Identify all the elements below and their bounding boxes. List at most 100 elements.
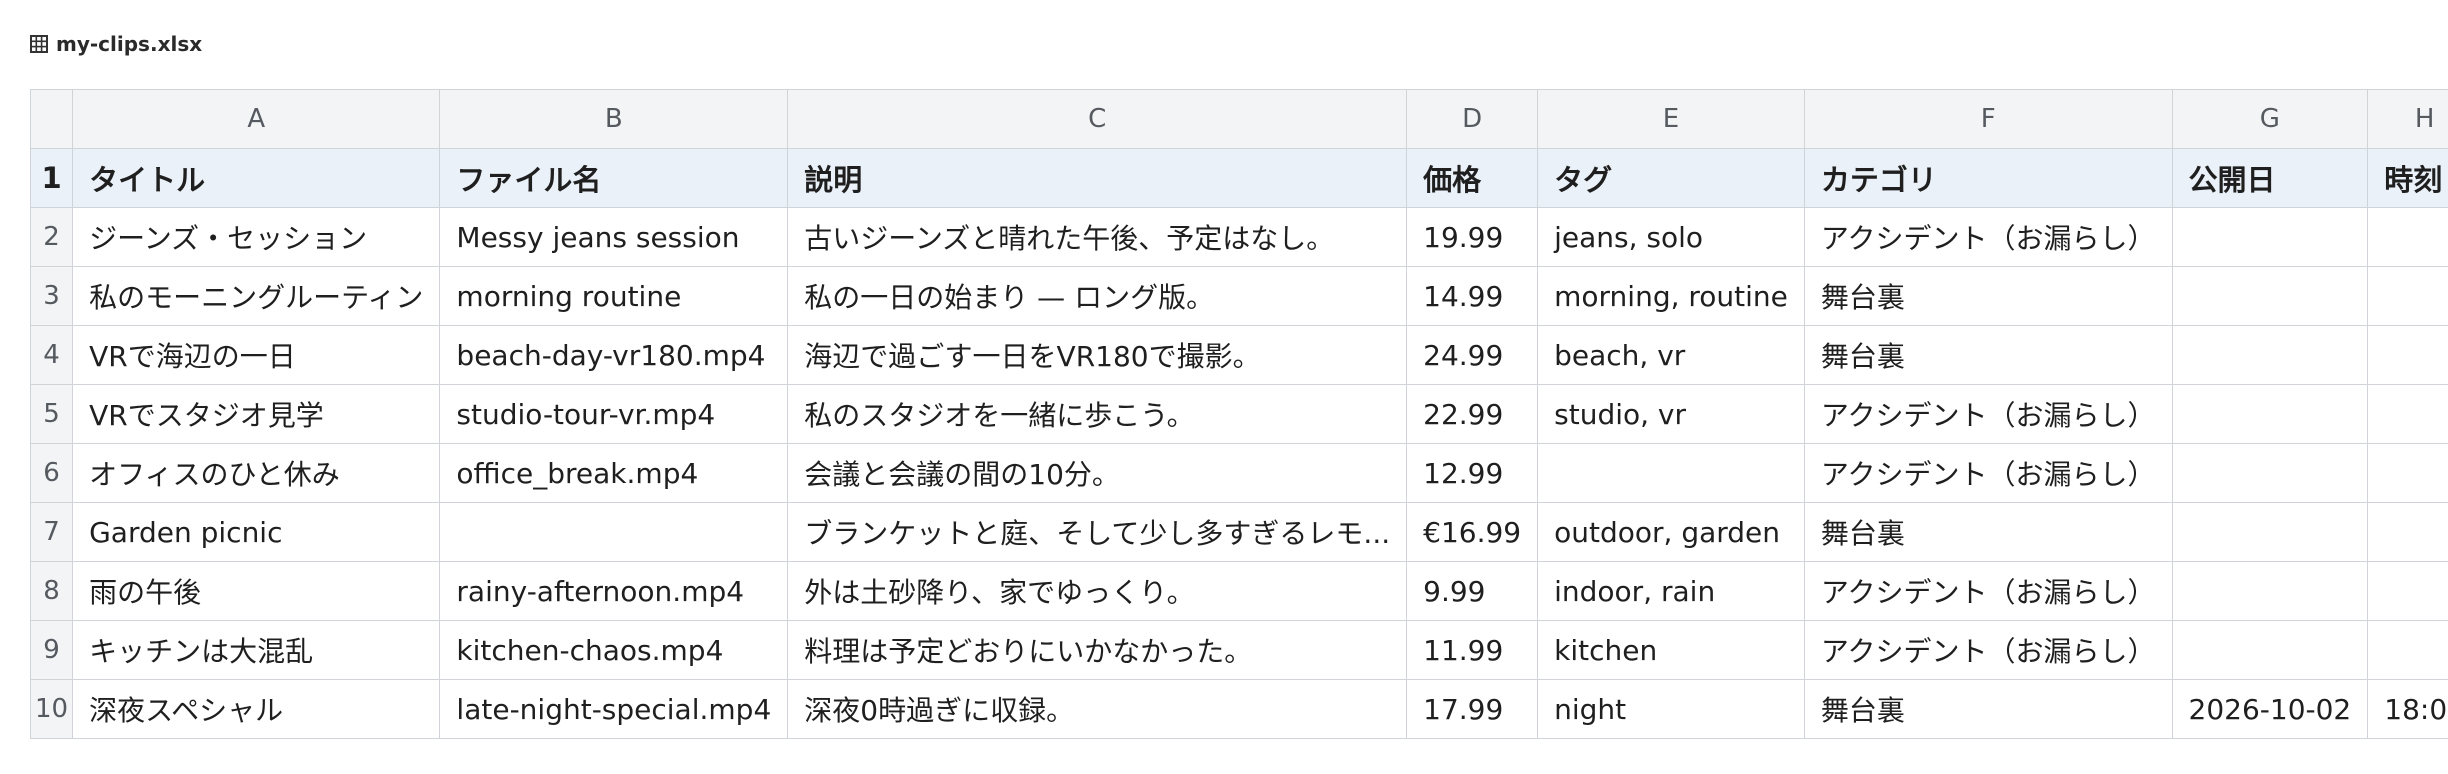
cell-title[interactable]: 私のモーニングルーティン [72, 266, 441, 326]
cell-time[interactable] [2367, 207, 2448, 267]
cell-title[interactable]: VRで海辺の一日 [72, 325, 441, 385]
cell-category[interactable]: アクシデント（お漏らし） [1803, 443, 2173, 503]
header-cell-publish-date[interactable]: 公開日 [2171, 148, 2369, 208]
cell-filename[interactable]: late-night-special.mp4 [439, 679, 789, 739]
cell-category[interactable]: 舞台裏 [1803, 266, 2173, 326]
cell-publish-date[interactable] [2171, 561, 2369, 621]
cell-publish-date[interactable] [2171, 325, 2369, 385]
cell-price[interactable]: €16.99 [1406, 502, 1539, 562]
cell-publish-date[interactable] [2171, 266, 2369, 326]
cell-filename[interactable]: Messy jeans session [439, 207, 789, 267]
column-header-b[interactable]: B [439, 89, 789, 149]
cell-publish-date[interactable] [2171, 384, 2369, 444]
row-number[interactable]: 5 [29, 384, 74, 444]
cell-tags[interactable]: morning, routine [1537, 266, 1805, 326]
row-number[interactable]: 1 [29, 148, 74, 208]
column-header-e[interactable]: E [1537, 89, 1805, 149]
cell-description[interactable]: 海辺で過ごす一日をVR180で撮影。 [787, 325, 1408, 385]
row-number[interactable]: 9 [29, 620, 74, 680]
header-cell-filename[interactable]: ファイル名 [439, 148, 789, 208]
cell-title[interactable]: キッチンは大混乱 [72, 620, 441, 680]
cell-time[interactable]: 18:00 [2367, 679, 2448, 739]
cell-time[interactable] [2367, 443, 2448, 503]
cell-description[interactable]: ブランケットと庭、そして少し多すぎるレモ... [787, 502, 1408, 562]
column-header-f[interactable]: F [1803, 89, 2173, 149]
row-number[interactable]: 3 [29, 266, 74, 326]
cell-price[interactable]: 19.99 [1406, 207, 1539, 267]
cell-tags[interactable]: indoor, rain [1537, 561, 1805, 621]
column-header-a[interactable]: A [72, 89, 441, 149]
cell-price[interactable]: 9.99 [1406, 561, 1539, 621]
cell-time[interactable] [2367, 620, 2448, 680]
spreadsheet-grid[interactable]: A B C D E F G H I 1 タイトル ファイル名 説明 価格 タグ … [29, 89, 2448, 739]
cell-category[interactable]: アクシデント（お漏らし） [1803, 620, 2173, 680]
cell-category[interactable]: 舞台裏 [1803, 679, 2173, 739]
cell-title[interactable]: 深夜スペシャル [72, 679, 441, 739]
cell-title[interactable]: 雨の午後 [72, 561, 441, 621]
cell-price[interactable]: 14.99 [1406, 266, 1539, 326]
cell-filename[interactable]: kitchen-chaos.mp4 [439, 620, 789, 680]
cell-tags[interactable]: kitchen [1537, 620, 1805, 680]
row-number[interactable]: 6 [29, 443, 74, 503]
cell-price[interactable]: 17.99 [1406, 679, 1539, 739]
cell-category[interactable]: 舞台裏 [1803, 502, 2173, 562]
cell-time[interactable] [2367, 502, 2448, 562]
header-cell-tags[interactable]: タグ [1537, 148, 1805, 208]
cell-price[interactable]: 22.99 [1406, 384, 1539, 444]
cell-category[interactable]: アクシデント（お漏らし） [1803, 561, 2173, 621]
cell-tags[interactable]: studio, vr [1537, 384, 1805, 444]
cell-category[interactable]: 舞台裏 [1803, 325, 2173, 385]
cell-description[interactable]: 深夜0時過ぎに収録。 [787, 679, 1408, 739]
cell-price[interactable]: 12.99 [1406, 443, 1539, 503]
cell-title[interactable]: オフィスのひと休み [72, 443, 441, 503]
cell-publish-date[interactable]: 2026-10-02 [2171, 679, 2369, 739]
cell-price[interactable]: 24.99 [1406, 325, 1539, 385]
cell-tags[interactable]: night [1537, 679, 1805, 739]
header-cell-description[interactable]: 説明 [787, 148, 1408, 208]
cell-category[interactable]: アクシデント（お漏らし） [1803, 207, 2173, 267]
cell-filename[interactable]: rainy-afternoon.mp4 [439, 561, 789, 621]
column-header-h[interactable]: H [2367, 89, 2448, 149]
cell-tags[interactable]: beach, vr [1537, 325, 1805, 385]
cell-publish-date[interactable] [2171, 443, 2369, 503]
cell-filename[interactable]: beach-day-vr180.mp4 [439, 325, 789, 385]
cell-filename[interactable]: studio-tour-vr.mp4 [439, 384, 789, 444]
cell-category[interactable]: アクシデント（お漏らし） [1803, 384, 2173, 444]
row-number[interactable]: 4 [29, 325, 74, 385]
cell-description[interactable]: 私のスタジオを一緒に歩こう。 [787, 384, 1408, 444]
header-cell-category[interactable]: カテゴリ [1803, 148, 2173, 208]
cell-filename[interactable]: morning routine [439, 266, 789, 326]
cell-publish-date[interactable] [2171, 207, 2369, 267]
header-cell-title[interactable]: タイトル [72, 148, 441, 208]
cell-tags[interactable] [1537, 443, 1805, 503]
cell-description[interactable]: 会議と会議の間の10分。 [787, 443, 1408, 503]
cell-description[interactable]: 古いジーンズと晴れた午後、予定はなし。 [787, 207, 1408, 267]
cell-filename[interactable] [439, 502, 789, 562]
cell-time[interactable] [2367, 384, 2448, 444]
cell-tags[interactable]: jeans, solo [1537, 207, 1805, 267]
cell-title[interactable]: ジーンズ・セッション [72, 207, 441, 267]
cell-publish-date[interactable] [2171, 502, 2369, 562]
cell-price[interactable]: 11.99 [1406, 620, 1539, 680]
cell-description[interactable]: 私の一日の始まり — ロング版。 [787, 266, 1408, 326]
cell-time[interactable] [2367, 325, 2448, 385]
cell-filename[interactable]: office_break.mp4 [439, 443, 789, 503]
cell-description[interactable]: 外は土砂降り、家でゆっくり。 [787, 561, 1408, 621]
row-number[interactable]: 10 [29, 679, 74, 739]
column-header-d[interactable]: D [1406, 89, 1539, 149]
row-number[interactable]: 8 [29, 561, 74, 621]
column-header-g[interactable]: G [2171, 89, 2369, 149]
header-cell-time[interactable]: 時刻 [2367, 148, 2448, 208]
row-number[interactable]: 2 [29, 207, 74, 267]
cell-description[interactable]: 料理は予定どおりにいかなかった。 [787, 620, 1408, 680]
select-all-corner[interactable] [29, 89, 74, 149]
cell-publish-date[interactable] [2171, 620, 2369, 680]
cell-tags[interactable]: outdoor, garden [1537, 502, 1805, 562]
column-header-c[interactable]: C [787, 89, 1408, 149]
header-cell-price[interactable]: 価格 [1406, 148, 1539, 208]
row-number[interactable]: 7 [29, 502, 74, 562]
cell-title[interactable]: Garden picnic [72, 502, 441, 562]
cell-title[interactable]: VRでスタジオ見学 [72, 384, 441, 444]
cell-time[interactable] [2367, 266, 2448, 326]
cell-time[interactable] [2367, 561, 2448, 621]
